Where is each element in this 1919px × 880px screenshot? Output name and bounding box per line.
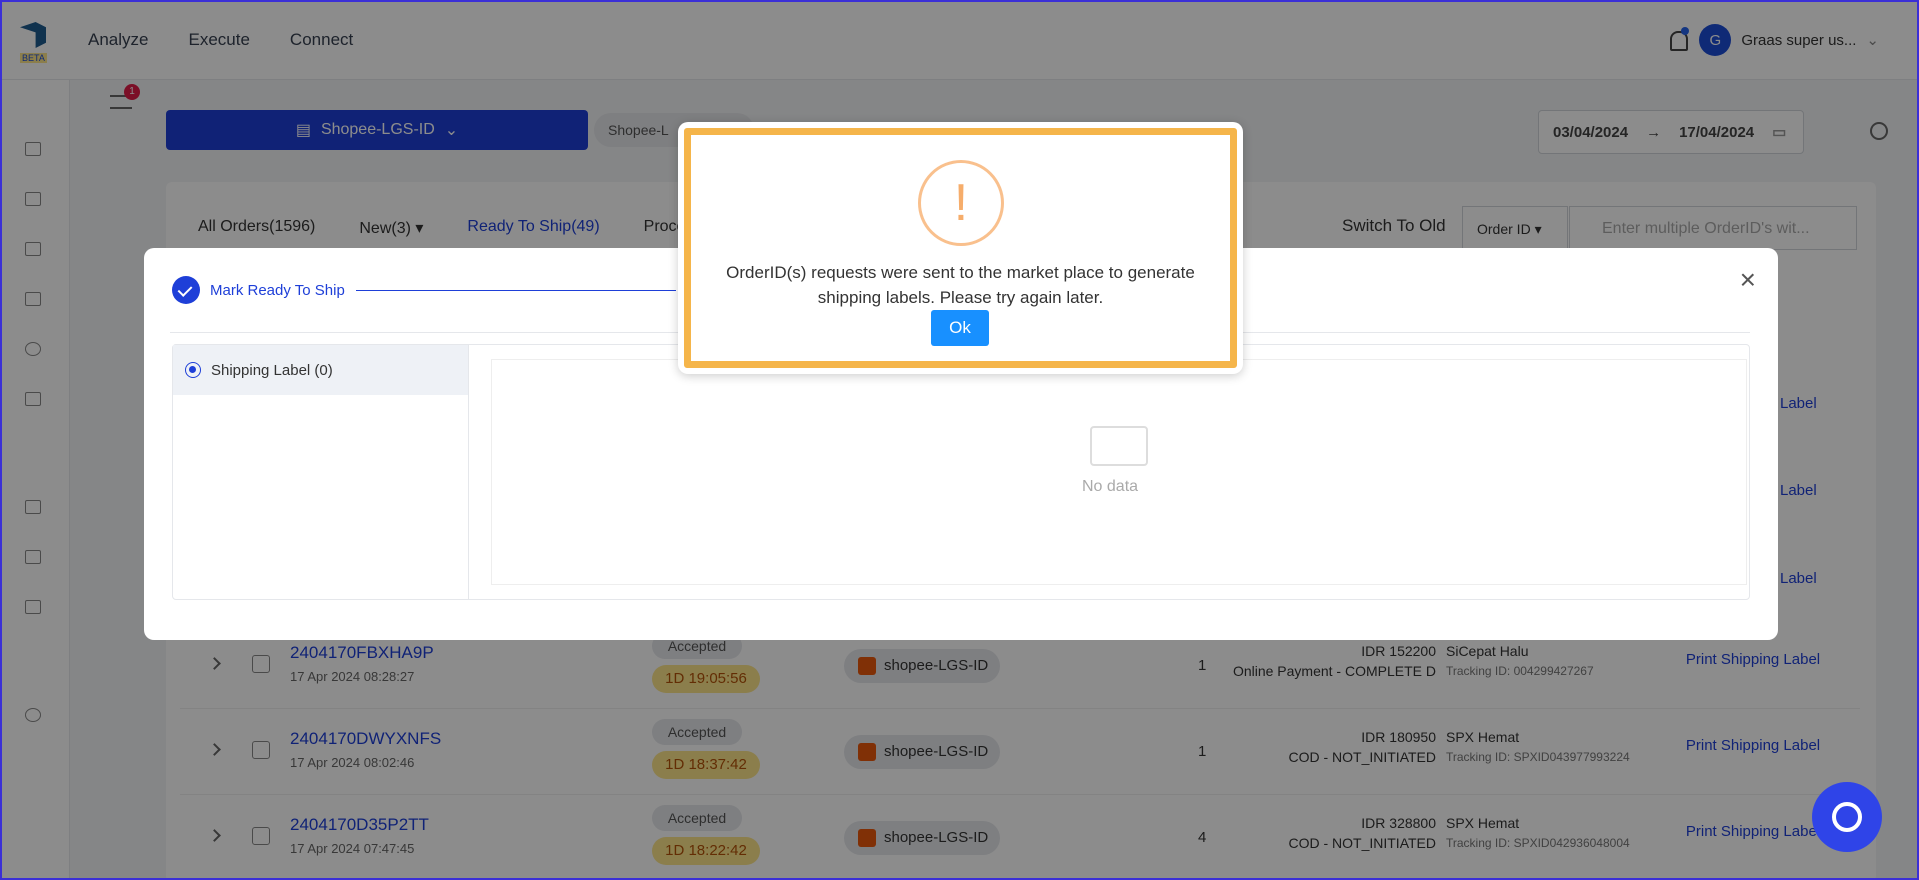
label-panel: Shipping Label (0) No data xyxy=(172,344,1750,600)
alert-message: OrderID(s) requests were sent to the mar… xyxy=(698,260,1223,310)
lifebuoy-icon xyxy=(1832,802,1862,832)
shipping-label-option[interactable]: Shipping Label (0) xyxy=(173,345,468,395)
help-fab-button[interactable] xyxy=(1812,782,1882,852)
inbox-icon xyxy=(1090,426,1148,466)
step-label: Mark Ready To Ship xyxy=(210,281,345,299)
shipping-label-text: Shipping Label (0) xyxy=(211,361,333,379)
alert-message-line1: OrderID(s) requests were sent to the mar… xyxy=(726,263,1195,282)
ok-button[interactable]: Ok xyxy=(931,310,989,346)
step-connector xyxy=(356,290,676,291)
alert-dialog: ! OrderID(s) requests were sent to the m… xyxy=(678,122,1243,374)
alert-message-line2: shipping labels. Please try again later. xyxy=(817,288,1104,307)
step-indicator: Mark Ready To Ship xyxy=(172,276,345,304)
close-icon[interactable]: × xyxy=(1740,264,1756,296)
empty-state: No data xyxy=(491,359,1747,585)
check-icon xyxy=(172,276,200,304)
empty-text: No data xyxy=(1082,478,1139,495)
warning-icon: ! xyxy=(918,160,1004,246)
radio-selected-icon[interactable] xyxy=(185,362,201,378)
label-list: Shipping Label (0) xyxy=(173,345,469,599)
